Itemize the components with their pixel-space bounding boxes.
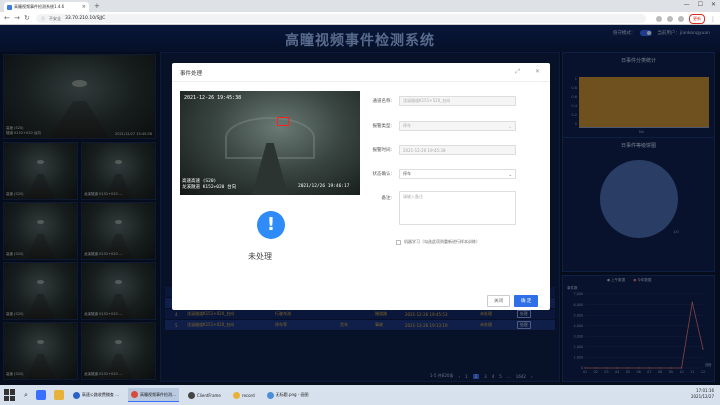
location-field: 沈溪隧道K151+520_台向 — [399, 96, 516, 106]
taskbar-app[interactable]: 高瞳视频事件检测... — [128, 388, 179, 402]
tab-title: 高瞳视频事件检测系统1.4.6 — [14, 4, 65, 9]
close-window-button[interactable]: ✕ — [711, 1, 716, 8]
maximize-button[interactable]: ☐ — [698, 1, 703, 8]
app-icon — [131, 391, 139, 398]
event-modal: 事件处理 ⤢ ✕ 2021-12-26 19:45:38 高速高速 (S20) … — [172, 63, 550, 310]
address-bar-row: ← → ↻ ⓘ 不安全 33.70.210.10/SJJC 更新 ⋮ — [0, 12, 720, 25]
system-clock[interactable]: 17:01:16 2021/12/27 — [691, 388, 714, 400]
explorer-icon[interactable] — [35, 390, 46, 400]
location-label: 通道名称: — [372, 99, 392, 104]
chevron-down-icon: ⌄ — [508, 171, 512, 177]
ml-checkbox-label: 机器学习（勾选此项则重新进行样本训练） — [404, 239, 480, 244]
snapshot-timestamp-bottom: 2021/12/26 19:46:17 — [298, 184, 350, 189]
window-controls: — ☐ ✕ — [684, 1, 716, 8]
time-field: 2021-12-26 19:45:38 — [399, 145, 516, 155]
remark-label: 备注: — [381, 196, 392, 201]
start-icon[interactable] — [4, 389, 16, 401]
confirm-select[interactable]: 停车 ⌄ — [399, 169, 516, 179]
taskbar-app-label: 高速公路收费稽查 ... — [81, 392, 120, 397]
taskbar-app[interactable]: 无标题.png - 画图 — [264, 388, 312, 402]
taskbar-app[interactable]: record — [230, 388, 258, 402]
app-icon — [266, 391, 274, 399]
info-icon[interactable]: ⓘ — [41, 16, 45, 22]
taskbar-app-label: 高瞳视频事件检测... — [140, 391, 176, 397]
browser-tab[interactable]: 高瞳视频事件检测系统1.4.6 × — [4, 2, 89, 12]
forward-arrow-icon[interactable]: → — [14, 14, 20, 22]
new-tab-button[interactable]: + — [94, 2, 100, 10]
type-select: 停车 ⌄ — [399, 121, 516, 131]
reload-icon[interactable]: ↻ — [24, 14, 30, 22]
ml-checkbox-row[interactable]: 机器学习（勾选此项则重新进行样本训练） — [396, 239, 480, 245]
confirm-button[interactable]: 确 定 — [514, 295, 539, 307]
favicon-icon — [7, 4, 12, 10]
extensions-icon[interactable] — [667, 16, 673, 22]
cancel-button[interactable]: 关闭 — [487, 295, 510, 307]
app-icon — [187, 391, 195, 399]
browser-actions: 更新 ⋮ — [656, 14, 716, 24]
url-text: 33.70.210.10/SJJC — [65, 16, 106, 21]
taskbar-app[interactable]: 高速公路收费稽查 ... — [70, 388, 122, 402]
fullscreen-icon[interactable]: ⤢ — [515, 68, 520, 76]
event-snapshot[interactable]: 2021-12-26 19:45:38 高速高速 (S20) 龙溪隧道 K152… — [180, 91, 360, 195]
tab-close-icon[interactable]: × — [82, 4, 86, 10]
ml-checkbox[interactable] — [396, 239, 401, 245]
remark-textarea[interactable]: 请输入备注 — [399, 191, 516, 225]
modal-title: 事件处理 — [180, 71, 203, 77]
status-text: 未处理 — [248, 252, 272, 261]
chevron-down-icon: ⌄ — [508, 123, 512, 129]
confirm-label: 状态确认: — [372, 172, 392, 177]
profile-icon[interactable] — [678, 16, 684, 22]
snapshot-timestamp-top: 2021-12-26 19:45:38 — [184, 95, 242, 101]
alert-icon: ! — [257, 211, 285, 239]
search-icon[interactable]: ⌕ — [24, 391, 28, 400]
modal-actions: 关闭 确 定 — [487, 295, 539, 307]
taskbar: ⌕ 高速公路收费稽查 ... 高瞳视频事件检测... ClientFrame reco… — [0, 385, 720, 405]
time-label: 报警时间: — [372, 148, 392, 153]
star-icon[interactable] — [656, 16, 662, 22]
folder-icon[interactable] — [53, 390, 64, 400]
update-button[interactable]: 更新 — [689, 14, 705, 24]
detection-box — [277, 117, 289, 126]
taskbar-app-label: 无标题.png - 画图 — [275, 392, 309, 397]
url-field[interactable]: ⓘ 不安全 33.70.210.10/SJJC — [36, 14, 646, 23]
app-icon — [232, 391, 240, 399]
close-icon[interactable]: ✕ — [535, 68, 540, 75]
minimize-button[interactable]: — — [684, 1, 690, 8]
taskbar-app[interactable]: ClientFrame — [185, 388, 224, 402]
browser-tabbar: 高瞳视频事件检测系统1.4.6 × + — ☐ ✕ — [0, 0, 720, 12]
taskbar-app-label: record — [241, 392, 255, 398]
snapshot-caption-2: 龙溪隧道 K152+020 台向 — [182, 185, 237, 190]
type-label: 报警类型: — [372, 124, 392, 129]
taskbar-app-label: ClientFrame — [196, 392, 221, 398]
back-arrow-icon[interactable]: ← — [4, 14, 10, 22]
menu-kebab-icon[interactable]: ⋮ — [710, 16, 716, 23]
security-label: 不安全 — [49, 15, 61, 21]
taskbar-apps: 高速公路收费稽查 ... 高瞳视频事件检测... ClientFrame record… — [64, 388, 312, 402]
app-icon — [72, 391, 80, 399]
